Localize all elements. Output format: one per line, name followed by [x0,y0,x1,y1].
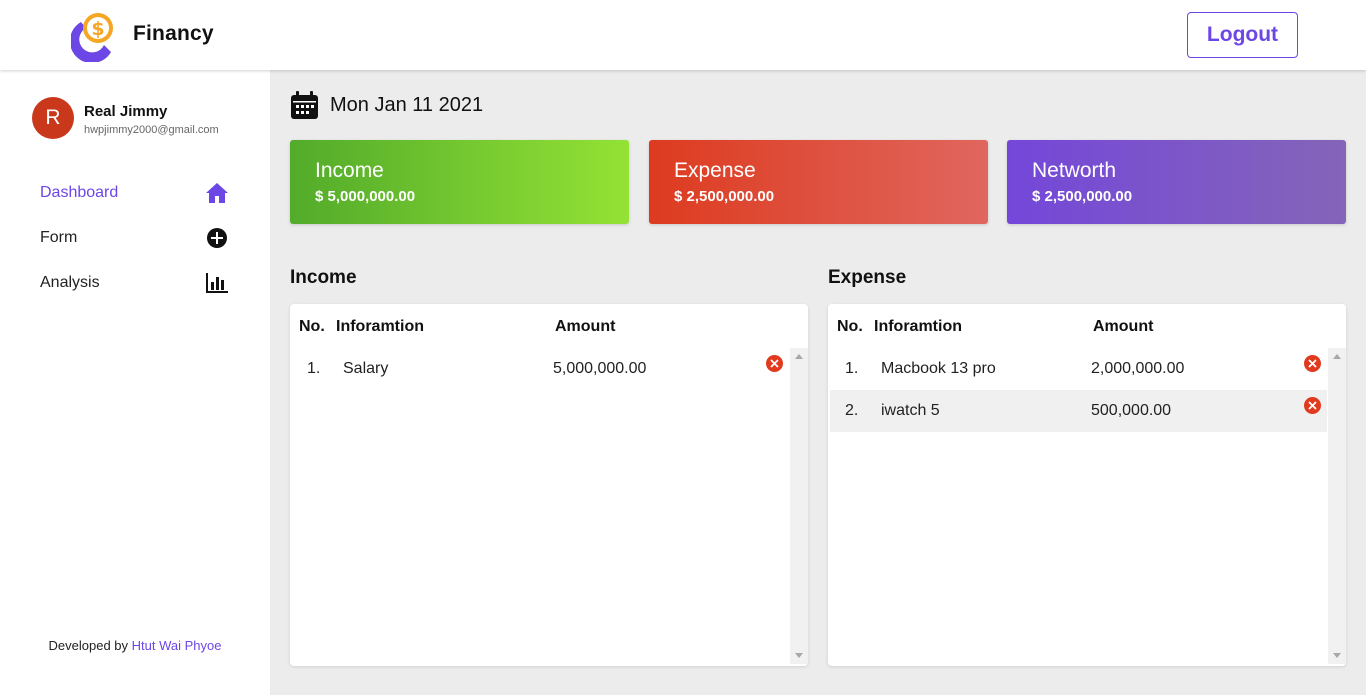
user-name: Real Jimmy [84,103,168,120]
row-information: Macbook 13 pro [881,360,996,377]
date-display: Mon Jan 11 2021 [291,90,483,120]
sidebar-item-form[interactable]: Form [40,223,230,253]
row-no: 1. [307,360,321,377]
row-information: iwatch 5 [881,402,940,419]
sidebar-item-label: Dashboard [40,184,119,201]
income-card-title: Income [315,159,384,182]
table-header: No. Inforamtion Amount [828,304,1346,348]
logout-button[interactable]: Logout [1187,12,1298,58]
income-section-title: Income [290,267,357,288]
sidebar-item-dashboard[interactable]: Dashboard [40,178,230,208]
income-table: No. Inforamtion Amount 1. Salary 5,000,0… [290,304,808,666]
expense-card-title: Expense [674,159,756,182]
avatar[interactable]: R [32,97,74,139]
header-information: Inforamtion [336,318,424,335]
networth-card-title: Networth [1032,159,1117,182]
footer-prefix: Developed by [48,638,129,653]
delete-icon[interactable] [1304,355,1321,372]
delete-icon[interactable] [766,355,783,372]
brand-name: Financy [133,22,214,45]
expense-table: No. Inforamtion Amount 1. Macbook 13 pro… [828,304,1346,666]
expense-card-value: $ 2,500,000.00 [674,188,775,205]
footer-credit: Developed by Htut Wai Phyoe [0,638,270,653]
row-amount: 5,000,000.00 [553,360,647,377]
networth-card-value: $ 2,500,000.00 [1032,188,1133,205]
header-information: Inforamtion [874,318,962,335]
table-row: 1. Salary 5,000,000.00 [292,348,789,390]
scroll-up-arrow-icon[interactable] [1333,354,1341,359]
calendar-icon [291,91,318,119]
income-card: Income $ 5,000,000.00 [290,140,629,224]
row-amount: 500,000.00 [1091,402,1172,419]
table-body: 1. Macbook 13 pro 2,000,000.00 2. iwatch… [830,348,1327,664]
scrollbar[interactable] [790,348,808,664]
svg-text:$: $ [91,18,104,40]
sidebar-item-analysis[interactable]: Analysis [40,268,230,298]
row-no: 2. [845,402,859,419]
expense-card: Expense $ 2,500,000.00 [649,140,988,224]
header-amount: Amount [1093,318,1154,335]
sidebar: R Real Jimmy hwpjimmy2000@gmail.com Dash… [0,70,270,695]
author-link[interactable]: Htut Wai Phyoe [132,638,222,653]
row-amount: 2,000,000.00 [1091,360,1185,377]
sidebar-item-label: Analysis [40,274,100,291]
scroll-down-arrow-icon[interactable] [1333,653,1341,658]
table-row: 2. iwatch 5 500,000.00 [830,390,1327,432]
scroll-down-arrow-icon[interactable] [795,653,803,658]
income-card-value: $ 5,000,000.00 [315,188,416,205]
header-no: No. [299,318,325,335]
expense-section-title: Expense [828,267,907,288]
plus-circle-icon [204,225,230,251]
sidebar-item-label: Form [40,229,78,246]
user-email: hwpjimmy2000@gmail.com [84,124,219,136]
scroll-up-arrow-icon[interactable] [795,354,803,359]
row-no: 1. [845,360,859,377]
delete-icon[interactable] [1304,397,1321,414]
header-no: No. [837,318,863,335]
financy-logo-icon: $ [71,13,113,62]
scrollbar[interactable] [1328,348,1346,664]
bar-chart-icon [204,270,230,296]
table-row: 1. Macbook 13 pro 2,000,000.00 [830,348,1327,390]
table-body: 1. Salary 5,000,000.00 [292,348,789,664]
table-header: No. Inforamtion Amount [290,304,808,348]
date-text: Mon Jan 11 2021 [330,93,484,116]
home-icon [204,180,230,206]
networth-card: Networth $ 2,500,000.00 [1007,140,1346,224]
top-header: $ Financy Logout [0,0,1366,70]
header-amount: Amount [555,318,616,335]
row-information: Salary [343,360,389,377]
